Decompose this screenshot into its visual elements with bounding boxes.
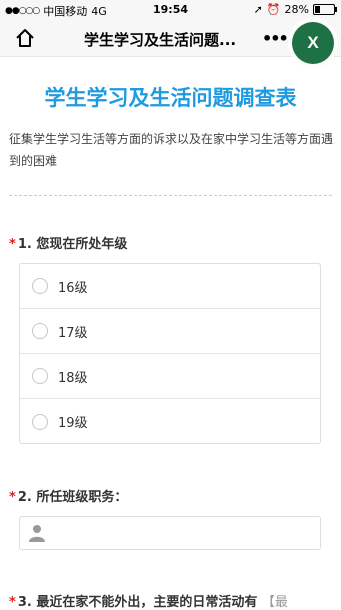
radio-icon[interactable] <box>32 278 48 294</box>
location-icon: ➚ <box>253 3 263 16</box>
question-2-text: 2. 所任班级职务： <box>17 490 128 505</box>
home-icon[interactable] <box>14 27 36 49</box>
survey-description: 征集学生学习生活等方面的诉求以及在家中学习生活等方面遇到的困难 <box>9 132 334 168</box>
option-label: 16级 <box>58 280 88 296</box>
option-18[interactable]: 18级 <box>20 354 320 399</box>
required-marker: * <box>9 237 16 252</box>
question-3-text: 3. 最近在家不能外出，主要的日常活动有 <box>17 595 258 610</box>
question-3-title: * 3. 最近在家不能外出，主要的日常活动有 【最 <box>9 591 288 610</box>
survey-title: 学生学习及生活问题调查表 <box>44 86 297 110</box>
question-1-text: 1. 您现在所处年级 <box>17 237 128 252</box>
option-label: 17级 <box>58 325 88 341</box>
required-marker: * <box>9 490 16 505</box>
radio-icon[interactable] <box>32 323 48 339</box>
question-2-title: * 2. 所任班级职务： <box>9 486 127 505</box>
status-bar: ●●○○○ 中国移动 4G 19:54 ➚ ⏰ 28% <box>0 0 341 20</box>
battery-percent: 28% <box>284 3 309 16</box>
question-1-options: 16级 17级 18级 19级 <box>19 263 321 444</box>
alarm-icon: ⏰ <box>266 3 281 16</box>
more-icon[interactable]: ••• <box>262 29 289 48</box>
required-marker: * <box>9 595 16 610</box>
radio-icon[interactable] <box>32 413 48 430</box>
status-right: ➚ ⏰ 28% <box>253 3 337 16</box>
option-16[interactable]: 16级 <box>20 264 320 309</box>
radio-icon[interactable] <box>32 368 48 384</box>
option-label: 19级 <box>58 416 88 431</box>
option-19[interactable]: 19级 <box>20 399 320 444</box>
divider <box>9 195 332 196</box>
class-role-input[interactable] <box>51 517 320 549</box>
user-icon <box>29 525 45 542</box>
option-label: 18级 <box>58 370 88 386</box>
close-button[interactable]: X <box>292 22 334 64</box>
class-role-field[interactable] <box>19 516 321 550</box>
nav-title: 学生学习及生活问题... <box>84 31 237 49</box>
battery-icon <box>313 4 337 15</box>
question-3-hint: 【最 <box>261 595 288 610</box>
option-17[interactable]: 17级 <box>20 309 320 354</box>
question-1-title: * 1. 您现在所处年级 <box>9 233 127 252</box>
nav-bar: 学生学习及生活问题... ••• <box>0 20 341 57</box>
